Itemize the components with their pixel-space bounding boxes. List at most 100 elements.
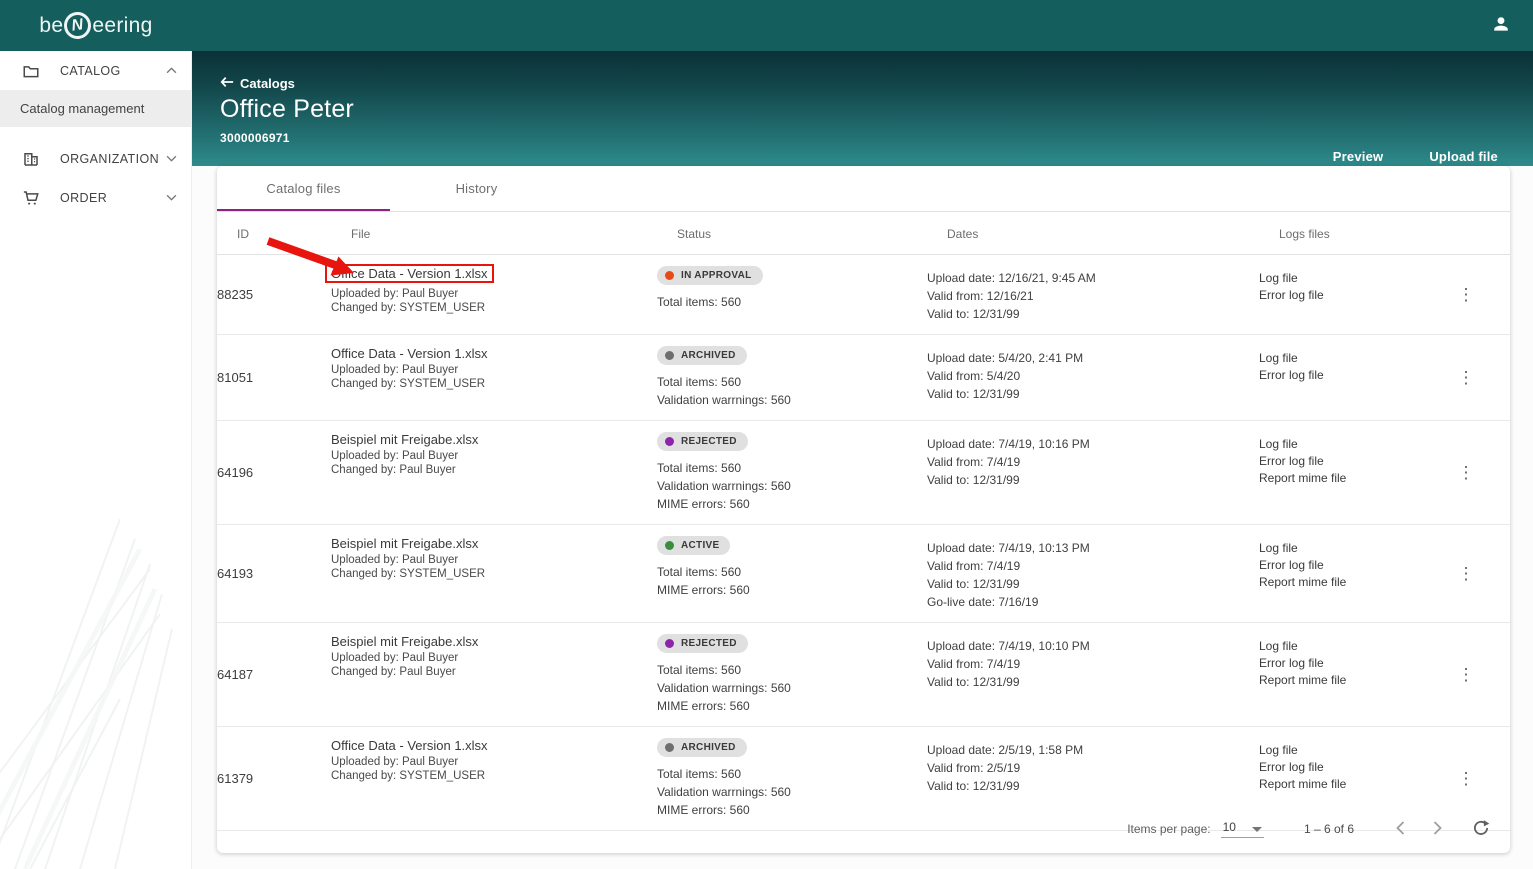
log-file-link[interactable]: Log file: [1259, 351, 1442, 365]
status-stat: Total items: 560: [657, 767, 742, 781]
tab-history[interactable]: History: [390, 166, 563, 211]
log-file-link[interactable]: Error log file: [1259, 656, 1442, 670]
tab-bar: Catalog files History: [217, 166, 1510, 212]
row-menu-button[interactable]: ⋮: [1452, 766, 1481, 791]
status-label: REJECTED: [681, 436, 737, 447]
status-badge: ACTIVE: [657, 536, 731, 555]
status-stat: Total items: 560: [657, 663, 742, 677]
status-dot-icon: [665, 437, 674, 446]
chevron-right-icon: [1433, 820, 1442, 838]
row-menu-button[interactable]: ⋮: [1452, 460, 1481, 485]
date-line: Upload date: 7/4/19, 10:10 PM: [927, 639, 1090, 653]
previous-page-button[interactable]: [1390, 815, 1411, 844]
status-badge: REJECTED: [657, 432, 748, 451]
kebab-icon: ⋮: [1457, 768, 1475, 788]
row-id: 64193: [217, 565, 254, 581]
log-file-link[interactable]: Error log file: [1259, 760, 1442, 774]
log-file-link[interactable]: Error log file: [1259, 368, 1442, 382]
uploaded-by: Uploaded by: Paul Buyer: [331, 450, 459, 462]
row-menu-button[interactable]: ⋮: [1452, 662, 1481, 687]
dates: Upload date: 5/4/20, 2:41 PM Valid from: …: [927, 346, 1259, 408]
logo-n-icon: N: [62, 10, 94, 41]
sidebar-item-label: CATALOG: [60, 63, 121, 78]
log-file-link[interactable]: Report mime file: [1259, 777, 1442, 791]
changed-by: Changed by: SYSTEM_USER: [331, 568, 486, 580]
file-name[interactable]: Beispiel mit Freigabe.xlsx: [331, 536, 657, 551]
column-header-id: ID: [237, 227, 249, 241]
date-line: Valid to: 12/31/99: [927, 473, 1020, 487]
uploaded-by: Uploaded by: Paul Buyer: [331, 364, 459, 376]
sidebar-item-organization[interactable]: ORGANIZATION: [0, 139, 191, 178]
log-file-link[interactable]: Error log file: [1259, 288, 1442, 302]
table-row[interactable]: 88235 Office Data - Version 1.xlsx Uploa…: [217, 255, 1510, 335]
logo-text-pre: be: [39, 13, 64, 37]
paginator: Items per page: 10 1 – 6 of 6: [217, 805, 1510, 853]
log-file-link[interactable]: Log file: [1259, 639, 1442, 653]
file-name[interactable]: Beispiel mit Freigabe.xlsx: [331, 634, 657, 649]
kebab-icon: ⋮: [1457, 284, 1475, 304]
file-name[interactable]: Office Data - Version 1.xlsx: [331, 738, 657, 753]
log-file-link[interactable]: Log file: [1259, 437, 1442, 451]
table-row[interactable]: 64196 Beispiel mit Freigabe.xlsx Uploade…: [217, 421, 1510, 525]
sidebar-item-catalog-management[interactable]: Catalog management: [0, 90, 191, 127]
log-file-link[interactable]: Log file: [1259, 271, 1442, 285]
next-page-button[interactable]: [1427, 815, 1448, 844]
date-line: Valid to: 12/31/99: [927, 675, 1020, 689]
log-file-link[interactable]: Error log file: [1259, 558, 1442, 572]
dates: Upload date: 7/4/19, 10:10 PM Valid from:…: [927, 634, 1259, 714]
row-menu-button[interactable]: ⋮: [1452, 282, 1481, 307]
row-id: 88235: [217, 286, 254, 302]
table-row[interactable]: 81051 Office Data - Version 1.xlsx Uploa…: [217, 335, 1510, 421]
row-menu-button[interactable]: ⋮: [1452, 561, 1481, 586]
top-app-bar: be Neering: [0, 0, 1533, 51]
tab-catalog-files[interactable]: Catalog files: [217, 166, 390, 211]
upload-file-button[interactable]: Upload file: [1429, 149, 1498, 164]
row-menu-button[interactable]: ⋮: [1452, 365, 1481, 390]
user-account-button[interactable]: [1487, 10, 1515, 41]
sidebar-item-label: ORDER: [60, 190, 108, 205]
building-background-image: [0, 518, 173, 869]
back-to-catalogs-link[interactable]: Catalogs: [220, 76, 1533, 91]
log-links: Log file Error log file Report mime file: [1259, 536, 1442, 610]
chevron-left-icon: [1396, 820, 1405, 838]
column-header-dates: Dates: [947, 227, 979, 241]
status-stats: Total items: 560: [657, 295, 927, 310]
table-row[interactable]: 64193 Beispiel mit Freigabe.xlsx Uploade…: [217, 525, 1510, 623]
file-name[interactable]: Beispiel mit Freigabe.xlsx: [331, 432, 657, 447]
file-name[interactable]: Office Data - Version 1.xlsx: [331, 346, 657, 361]
status-badge: ARCHIVED: [657, 738, 747, 757]
catalog-id: 3000006971: [220, 131, 290, 145]
sidebar-item-order[interactable]: ORDER: [0, 178, 191, 217]
status-stat: MIME errors: 560: [657, 699, 750, 713]
log-file-link[interactable]: Error log file: [1259, 454, 1442, 468]
page-size-select[interactable]: 10: [1220, 820, 1264, 838]
log-file-link[interactable]: Log file: [1259, 541, 1442, 555]
status-stat: Validation warrnings: 560: [657, 785, 791, 799]
date-line: Go-live date: 7/16/19: [927, 595, 1039, 609]
refresh-button[interactable]: [1466, 813, 1496, 846]
status-stats: Total items: 560 MIME errors: 560: [657, 565, 927, 598]
table-row[interactable]: 64187 Beispiel mit Freigabe.xlsx Uploade…: [217, 623, 1510, 727]
page-title: Office Peter: [220, 95, 354, 123]
caret-down-icon: [1251, 827, 1262, 832]
status-dot-icon: [665, 271, 674, 280]
status-stat: MIME errors: 560: [657, 497, 750, 511]
status-dot-icon: [665, 743, 674, 752]
file-name[interactable]: Office Data - Version 1.xlsx: [325, 264, 494, 283]
items-per-page-label: Items per page:: [1127, 822, 1211, 836]
status-badge: IN APPROVAL: [657, 266, 763, 285]
log-file-link[interactable]: Report mime file: [1259, 575, 1442, 589]
kebab-icon: ⋮: [1457, 462, 1475, 482]
log-file-link[interactable]: Report mime file: [1259, 471, 1442, 485]
date-line: Upload date: 5/4/20, 2:41 PM: [927, 351, 1084, 365]
log-file-link[interactable]: Log file: [1259, 743, 1442, 757]
preview-button[interactable]: Preview: [1333, 149, 1384, 164]
changed-by: Changed by: Paul Buyer: [331, 666, 456, 678]
status-stats: Total items: 560 Validation warrnings: 56…: [657, 375, 927, 408]
status-badge: REJECTED: [657, 634, 748, 653]
refresh-icon: [1472, 819, 1490, 840]
log-file-link[interactable]: Report mime file: [1259, 673, 1442, 687]
status-stat: Validation warrnings: 560: [657, 479, 791, 493]
status-stat: Total items: 560: [657, 375, 742, 389]
sidebar-item-catalog[interactable]: CATALOG: [0, 51, 191, 90]
